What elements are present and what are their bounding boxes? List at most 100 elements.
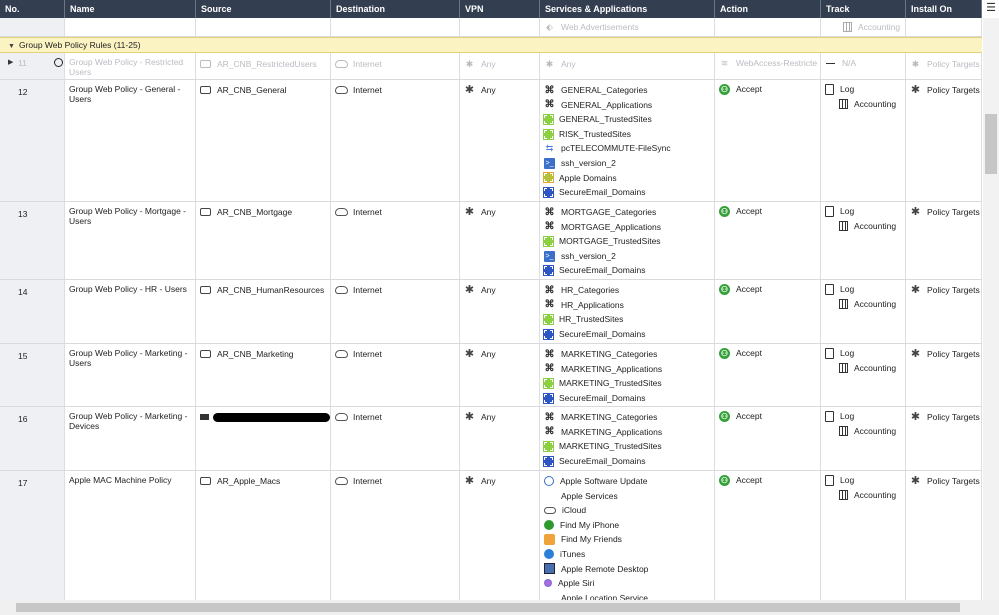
source-label[interactable]: AR_CNB_Mortgage <box>217 205 292 220</box>
vertical-scrollbar[interactable] <box>983 18 999 600</box>
service-label[interactable]: MORTGAGE_TrustedSites <box>559 234 661 249</box>
service-label[interactable]: MARKETING_Categories <box>561 410 657 425</box>
service-label[interactable]: MARKETING_Applications <box>561 362 662 377</box>
track-accounting-label[interactable]: Accounting <box>854 361 896 376</box>
column-header-install-on[interactable]: Install On <box>906 0 982 18</box>
service-item[interactable]: ⇆ pcTELECOMMUTE-FileSync <box>544 141 710 156</box>
destination-label[interactable]: Internet <box>353 205 382 220</box>
install-on-label[interactable]: Policy Targets <box>927 410 980 425</box>
column-header-vpn[interactable]: VPN <box>460 0 540 18</box>
service-item[interactable]: MORTGAGE_TrustedSites <box>543 234 710 249</box>
horizontal-scrollbar[interactable] <box>0 600 999 615</box>
service-item[interactable]: iCloud <box>544 503 710 518</box>
service-label[interactable]: HR_TrustedSites <box>559 312 623 327</box>
table-row-12[interactable]: 12 Group Web Policy - General - Users AR_C… <box>0 80 982 202</box>
service-item[interactable]: MARKETING_TrustedSites <box>543 439 710 454</box>
column-header-services[interactable]: Services & Applications <box>540 0 715 18</box>
rule-name[interactable]: Group Web Policy - Marketing - Users <box>69 348 187 368</box>
install-on-label[interactable]: Policy Targets <box>927 57 980 72</box>
service-item[interactable]: ⌘ GENERAL_Categories <box>544 83 710 98</box>
rule-name[interactable]: Group Web Policy - General - Users <box>69 84 180 104</box>
track-accounting-label[interactable]: Accounting <box>854 97 896 112</box>
service-label[interactable]: HR_Categories <box>561 283 619 298</box>
service-label[interactable]: Web Advertisements <box>561 20 639 35</box>
service-item[interactable]: SecureEmail_Domains <box>543 391 710 406</box>
service-item[interactable]: Find My iPhone <box>544 518 710 533</box>
source-label[interactable]: AR_CNB_Marketing <box>217 347 294 362</box>
service-label[interactable]: MARKETING_Categories <box>561 347 657 362</box>
table-row-13[interactable]: 13 Group Web Policy - Mortgage - Users AR_… <box>0 202 982 280</box>
service-label[interactable]: MARKETING_TrustedSites <box>559 439 662 454</box>
vertical-scroll-thumb[interactable] <box>985 114 997 174</box>
column-header-destination[interactable]: Destination <box>331 0 460 18</box>
install-on-label[interactable]: Policy Targets <box>927 283 980 298</box>
service-label[interactable]: Apple Domains <box>559 171 617 186</box>
service-label[interactable]: MARKETING_TrustedSites <box>559 376 662 391</box>
destination-label[interactable]: Internet <box>353 474 382 489</box>
service-label[interactable]: iTunes <box>560 547 585 562</box>
service-label[interactable]: Apple Location Service <box>561 591 648 600</box>
source-label[interactable]: AR_CNB_RestrictedUsers <box>217 57 317 72</box>
source-label[interactable]: AR_Apple_Macs <box>217 474 280 489</box>
service-item[interactable]: Find My Friends <box>544 532 710 547</box>
service-label[interactable]: Any <box>561 57 576 72</box>
install-on-label[interactable]: Policy Targets <box>927 205 980 220</box>
service-item[interactable]: Apple Domains <box>543 171 710 186</box>
table-row-17[interactable]: 17 Apple MAC Machine Policy AR_Apple_Macs I… <box>0 471 982 600</box>
service-label[interactable]: SecureEmail_Domains <box>559 185 645 200</box>
service-item[interactable]: SecureEmail_Domains <box>543 327 710 342</box>
column-menu-icon[interactable]: ☰ <box>983 0 999 18</box>
service-item[interactable]: >_ ssh_version_2 <box>544 156 710 171</box>
service-label[interactable]: Apple Software Update <box>560 474 647 489</box>
service-item[interactable]: >_ ssh_version_2 <box>544 249 710 264</box>
service-label[interactable]: SecureEmail_Domains <box>559 454 645 469</box>
service-item[interactable]: SecureEmail_Domains <box>543 185 710 200</box>
rule-name[interactable]: Group Web Policy - Marketing - Devices <box>69 411 187 431</box>
table-row-partial[interactable]: ⬖ Web Advertisements Accounting <box>0 18 982 37</box>
vpn-label[interactable]: Any <box>481 57 496 72</box>
destination-label[interactable]: Internet <box>353 83 382 98</box>
source-label[interactable]: AR_CNB_General <box>217 83 286 98</box>
rule-name[interactable]: Group Web Policy - HR - Users <box>69 284 187 294</box>
service-item[interactable]: HR_TrustedSites <box>543 312 710 327</box>
track-accounting-label[interactable]: Accounting <box>854 424 896 439</box>
source-label[interactable]: AR_CNB_HumanResources <box>217 283 324 298</box>
service-label[interactable]: Find My iPhone <box>560 518 619 533</box>
rule-name[interactable]: Apple MAC Machine Policy <box>69 475 172 485</box>
vpn-label[interactable]: Any <box>481 474 496 489</box>
vpn-label[interactable]: Any <box>481 410 496 425</box>
service-item[interactable]: RISK_TrustedSites <box>543 127 710 142</box>
service-item[interactable]: SecureEmail_Domains <box>543 263 710 278</box>
destination-label[interactable]: Internet <box>353 57 382 72</box>
destination-label[interactable]: Internet <box>353 347 382 362</box>
action-label[interactable]: WebAccess-Restricte <box>736 56 817 71</box>
section-group-web-policy[interactable]: ▼ Group Web Policy Rules (11-25) <box>0 37 982 53</box>
table-row-16[interactable]: 16 Group Web Policy - Marketing - Devices… <box>0 407 982 471</box>
table-row-15[interactable]: 15 Group Web Policy - Marketing - Users AR… <box>0 344 982 407</box>
service-label[interactable]: SecureEmail_Domains <box>559 327 645 342</box>
service-label[interactable]: MORTGAGE_Applications <box>561 220 661 235</box>
vpn-label[interactable]: Any <box>481 347 496 362</box>
track-accounting-label[interactable]: Accounting <box>854 488 896 503</box>
service-item[interactable]: iTunes <box>544 547 710 562</box>
service-label[interactable]: MORTGAGE_Categories <box>561 205 656 220</box>
service-item[interactable]: ⌘ MARKETING_Categories <box>544 410 710 425</box>
service-item[interactable]: ⌘ MARKETING_Applications <box>544 425 710 440</box>
vpn-label[interactable]: Any <box>481 283 496 298</box>
table-row-14[interactable]: 14 Group Web Policy - HR - Users AR_CNB_Hu… <box>0 280 982 344</box>
track-log-label[interactable]: Log <box>840 409 854 424</box>
track-log-label[interactable]: Log <box>840 204 854 219</box>
track-log-label[interactable]: Log <box>840 346 854 361</box>
service-item[interactable]: ⌘ MARKETING_Applications <box>544 362 710 377</box>
service-item[interactable]: Apple Siri <box>544 576 710 591</box>
service-label[interactable]: ssh_version_2 <box>561 249 616 264</box>
service-label[interactable]: HR_Applications <box>561 298 624 313</box>
column-header-track[interactable]: Track <box>821 0 906 18</box>
service-item[interactable]: ⌘ MORTGAGE_Applications <box>544 220 710 235</box>
vpn-label[interactable]: Any <box>481 205 496 220</box>
service-label[interactable]: RISK_TrustedSites <box>559 127 631 142</box>
track-accounting-label[interactable]: Accounting <box>854 219 896 234</box>
action-label[interactable]: Accept <box>736 346 762 361</box>
install-on-label[interactable]: Policy Targets <box>927 474 980 489</box>
service-label[interactable]: SecureEmail_Domains <box>559 263 645 278</box>
